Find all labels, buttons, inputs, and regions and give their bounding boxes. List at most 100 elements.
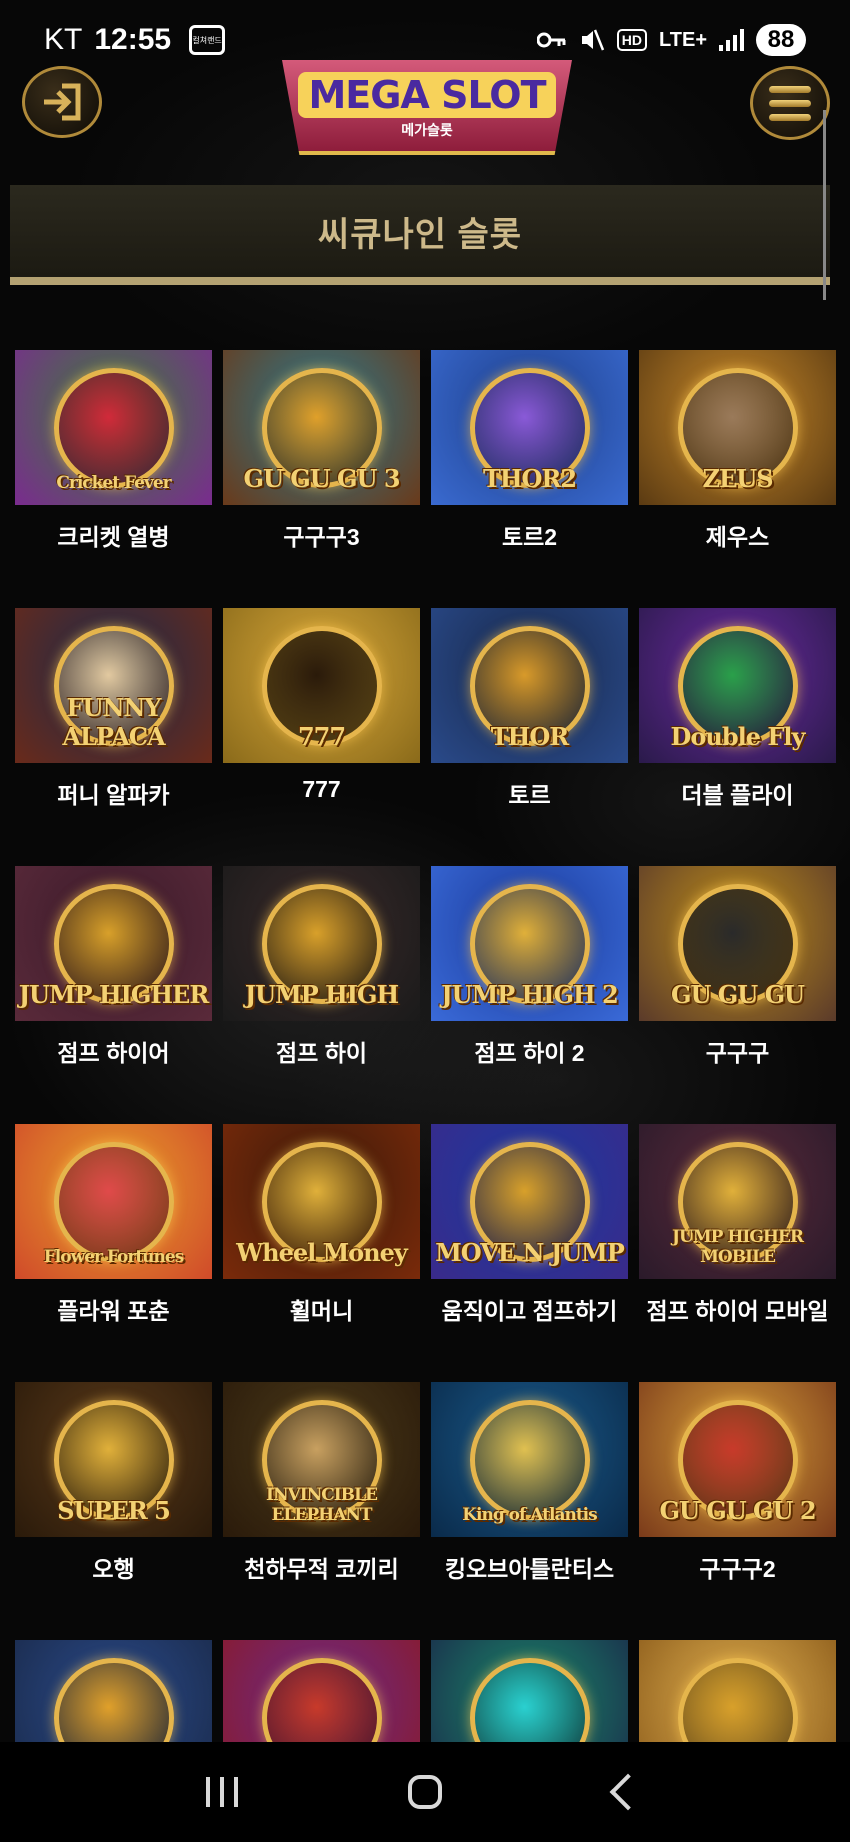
clock: 12:55 [94,23,172,56]
game-name: 플라워 포춘 [57,1298,170,1324]
game-card[interactable]: JUMP HIGH 2 점프 하이 2 [431,866,628,1124]
game-logo-text: Double Fly [670,722,806,751]
game-thumbnail[interactable]: FUNNY ALPACA [15,608,212,763]
game-name: 천하무적 코끼리 [244,1556,399,1582]
game-thumbnail[interactable]: JUMP HIGH [223,866,420,1021]
game-grid: Cricket Fever 크리켓 열병 GU GU GU 3 구구구3 THOR2 토르… [15,350,840,1842]
game-card[interactable]: THOR2 토르2 [431,350,628,608]
game-card[interactable]: Wheel Money 휠머니 [223,1124,420,1382]
game-name: 토르2 [501,524,558,550]
game-emblem-icon [53,367,174,488]
game-thumbnail[interactable]: JUMP HIGHER MOBILE [639,1124,836,1279]
game-logo-text: King of Atlantis [462,1505,597,1525]
game-thumbnail[interactable]: THOR2 [431,350,628,505]
game-card[interactable]: Cricket Fever 크리켓 열병 [15,350,212,608]
recent-apps-button[interactable] [182,1777,262,1807]
game-thumbnail[interactable]: King of Atlantis [431,1382,628,1537]
login-button[interactable] [22,66,102,138]
game-thumbnail[interactable]: GU GU GU 2 [639,1382,836,1537]
recent-apps-icon [182,1777,262,1807]
game-name: 구구구 [705,1040,770,1066]
game-name: 점프 하이어 모바일 [646,1298,829,1324]
game-logo-text: THOR [490,722,569,751]
game-card[interactable]: THOR 토르 [431,608,628,866]
game-thumbnail[interactable]: INVINCIBLE ELEPHANT [223,1382,420,1537]
game-thumbnail[interactable]: ZEUS [639,350,836,505]
game-thumbnail[interactable]: Cricket Fever [15,350,212,505]
game-name: 움직이고 점프하기 [441,1298,618,1324]
game-name: 퍼니 알파카 [57,782,170,808]
notification-app-label: 컬쳐랜드 [192,35,222,45]
scrollbar[interactable] [823,110,826,300]
home-button[interactable] [385,1775,465,1809]
game-card[interactable]: ZEUS 제우스 [639,350,836,608]
status-left: KT 12:55 컬쳐랜드 [44,23,226,57]
hamburger-icon [769,85,811,121]
game-thumbnail[interactable]: Flower Fortunes [15,1124,212,1279]
game-card[interactable]: Double Fly 더블 플라이 [639,608,836,866]
game-card[interactable]: JUMP HIGH 점프 하이 [223,866,420,1124]
game-thumbnail[interactable]: JUMP HIGH 2 [431,866,628,1021]
game-name: 점프 하이 2 [474,1040,585,1066]
carrier-label: KT [44,23,83,56]
logo-subtitle: 메가슬롯 [401,121,453,138]
game-logo-text: Wheel Money [236,1238,408,1267]
game-card[interactable]: 777 777 [223,608,420,866]
site-header: MEGA SLOT 메가슬롯 [0,60,850,170]
back-button[interactable] [588,1773,668,1811]
menu-button[interactable] [750,66,830,140]
game-name: 크리켓 열병 [57,524,170,550]
game-card[interactable]: GU GU GU 3 구구구3 [223,350,420,608]
category-banner: 씨큐나인 슬롯 [10,185,830,285]
game-name: 킹오브아틀란티스 [444,1556,615,1582]
game-thumbnail[interactable]: 777 [223,608,420,763]
game-logo-text: Flower Fortunes [43,1247,185,1267]
game-logo-text: INVINCIBLE ELEPHANT [266,1485,378,1525]
game-thumbnail[interactable]: JUMP HIGHER [15,866,212,1021]
battery-indicator: 88 [756,24,806,56]
game-card[interactable]: MOVE N JUMP 움직이고 점프하기 [431,1124,628,1382]
game-thumbnail[interactable]: THOR [431,608,628,763]
status-right: HD LTE+ 88 [536,24,806,56]
back-icon [609,1773,647,1811]
game-card[interactable]: FUNNY ALPACA 퍼니 알파카 [15,608,212,866]
game-name: 휠머니 [289,1298,354,1324]
game-card[interactable]: JUMP HIGHER 점프 하이어 [15,866,212,1124]
game-name: 오행 [92,1556,135,1582]
game-card[interactable]: SUPER 5 오행 [15,1382,212,1640]
game-emblem-icon [469,1399,590,1520]
game-card[interactable]: INVINCIBLE ELEPHANT 천하무적 코끼리 [223,1382,420,1640]
game-name: 점프 하이어 [57,1040,170,1066]
game-name: 더블 플라이 [681,782,794,808]
game-card[interactable]: King of Atlantis 킹오브아틀란티스 [431,1382,628,1640]
game-card[interactable]: GU GU GU 2 구구구2 [639,1382,836,1640]
game-name: 제우스 [705,524,770,550]
game-thumbnail[interactable]: SUPER 5 [15,1382,212,1537]
game-thumbnail[interactable]: GU GU GU [639,866,836,1021]
home-icon [407,1775,442,1809]
signal-icon [719,29,744,51]
game-card[interactable]: Flower Fortunes 플라워 포춘 [15,1124,212,1382]
game-logo-text: GU GU GU 3 [243,464,400,493]
game-thumbnail[interactable]: GU GU GU 3 [223,350,420,505]
game-thumbnail[interactable]: Double Fly [639,608,836,763]
mega-slot-logo[interactable]: MEGA SLOT 메가슬롯 [282,60,572,155]
android-nav-bar [0,1742,850,1842]
logo-title: MEGA SLOT [298,71,556,118]
game-logo-text: JUMP HIGHER [18,980,210,1009]
game-thumbnail[interactable]: MOVE N JUMP [431,1124,628,1279]
game-logo-text: MOVE N JUMP [435,1238,625,1267]
mute-icon [579,27,605,53]
game-logo-text: GU GU GU 2 [659,1496,816,1525]
game-logo-text: GU GU GU [671,980,805,1009]
game-logo-text: FUNNY ALPACA [62,693,165,751]
game-thumbnail[interactable]: Wheel Money [223,1124,420,1279]
game-card[interactable]: JUMP HIGHER MOBILE 점프 하이어 모바일 [639,1124,836,1382]
game-card[interactable]: GU GU GU 구구구 [639,866,836,1124]
hd-voice-icon: HD [616,29,648,51]
screen: KT 12:55 컬쳐랜드 HD LTE+ 88 MEGA SLOT 메가슬롯 … [0,0,850,1842]
game-logo-text: THOR2 [482,464,577,493]
login-icon [44,83,81,121]
game-name: 구구구2 [699,1556,776,1582]
game-name: 점프 하이 [275,1040,368,1066]
